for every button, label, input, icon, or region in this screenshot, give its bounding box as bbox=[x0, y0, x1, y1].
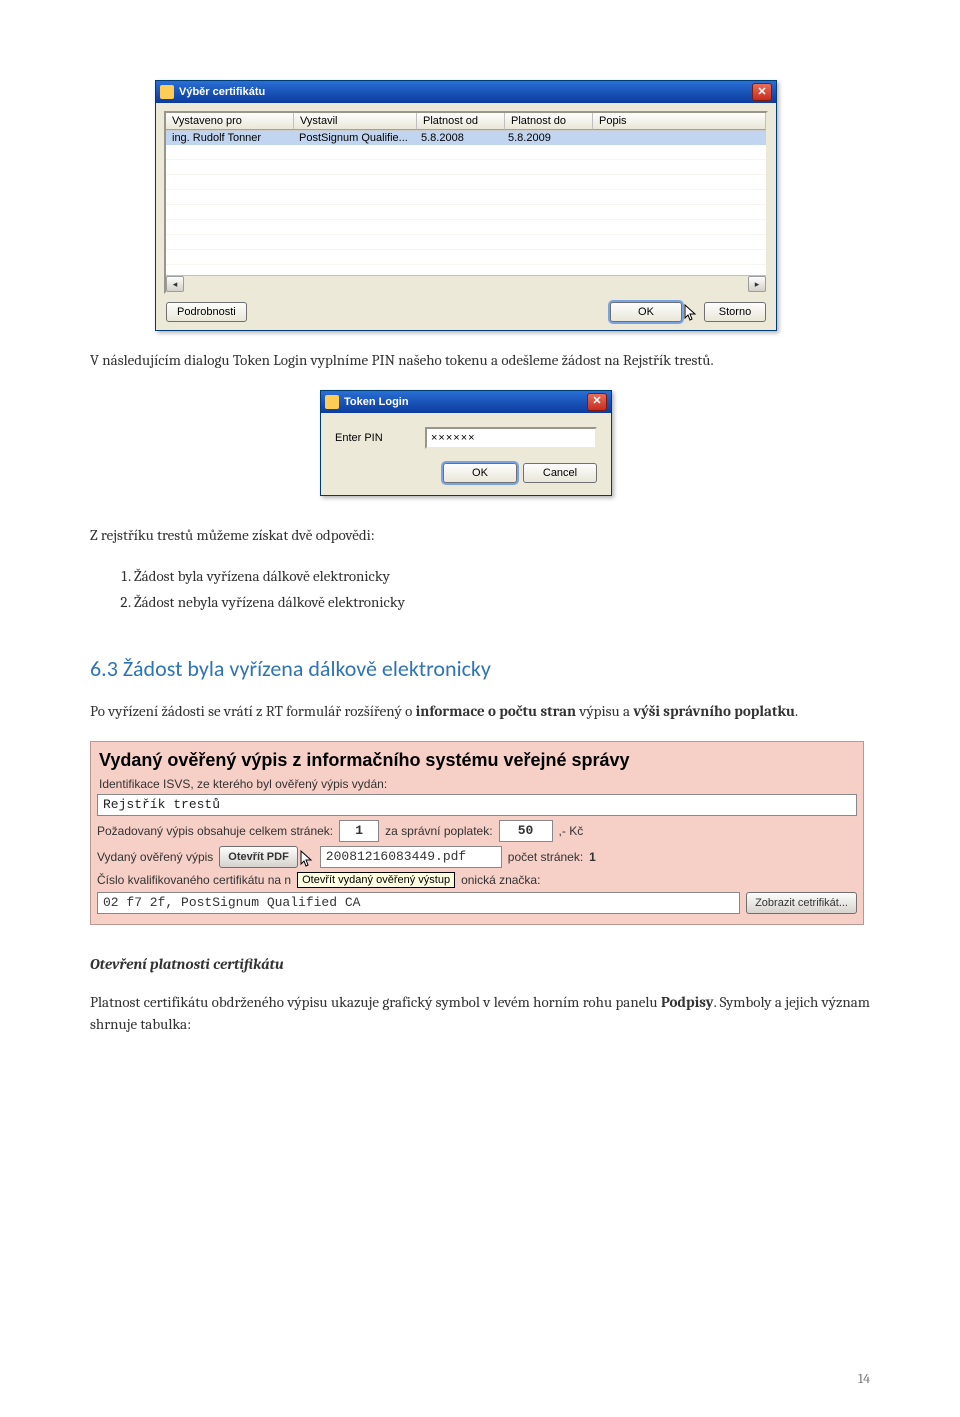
details-button[interactable]: Podrobnosti bbox=[166, 302, 247, 322]
cert-select-dialog: Výběr certifikátu ✕ Vystaveno pro Vystav… bbox=[155, 80, 777, 331]
answers-list: Žádost byla vyřízena dálkově elektronick… bbox=[120, 564, 870, 615]
cell-issued-by: PostSignum Qualifie... bbox=[293, 131, 415, 145]
ok-button[interactable]: OK bbox=[610, 302, 682, 322]
page-count-label: počet stránek: bbox=[508, 850, 583, 864]
close-icon[interactable]: ✕ bbox=[587, 393, 607, 411]
open-pdf-button[interactable]: Otevřít PDF bbox=[219, 846, 298, 868]
paragraph: Po vyřízení žádosti se vrátí z RT formul… bbox=[90, 700, 870, 723]
col-desc[interactable]: Popis bbox=[593, 113, 766, 130]
col-valid-to[interactable]: Platnost do bbox=[505, 113, 593, 130]
cell-valid-from: 5.8.2008 bbox=[415, 131, 502, 145]
paragraph: V následujícím dialogu Token Login vypln… bbox=[90, 349, 870, 372]
list-item: Žádost byla vyřízena dálkově elektronick… bbox=[134, 564, 870, 590]
token-dialog-title: Token Login bbox=[344, 396, 409, 408]
scroll-right-icon[interactable]: ▸ bbox=[748, 276, 766, 292]
cert-num-label: Číslo kvalifikovaného certifikátu na n bbox=[97, 873, 291, 887]
scroll-left-icon[interactable]: ◂ bbox=[166, 276, 184, 292]
cancel-button[interactable]: Storno bbox=[704, 302, 766, 322]
paragraph: Z rejstříku trestů můžeme získat dvě odp… bbox=[90, 524, 870, 547]
token-icon bbox=[325, 395, 339, 409]
pdf-filename[interactable]: 20081216083449.pdf bbox=[320, 846, 502, 868]
token-login-dialog: Token Login ✕ Enter PIN OK Cancel bbox=[320, 390, 612, 496]
pin-label: Enter PIN bbox=[335, 432, 405, 444]
ident-label: Identifikace ISVS, ze kterého byl ověřen… bbox=[99, 777, 855, 791]
tooltip: Otevřít vydaný ověřený výstup bbox=[297, 872, 455, 888]
cert-dialog-title: Výběr certifikátu bbox=[179, 86, 265, 98]
ok-button[interactable]: OK bbox=[443, 463, 517, 483]
horizontal-scrollbar[interactable]: ◂ ▸ bbox=[166, 275, 766, 292]
col-issued-by[interactable]: Vystavil bbox=[294, 113, 417, 130]
cert-list-empty-area bbox=[166, 145, 766, 275]
page-count-value: 1 bbox=[589, 850, 596, 864]
cert-suffix: onická značka: bbox=[461, 873, 540, 887]
list-item: Žádost nebyla vyřízena dálkově elektroni… bbox=[134, 590, 870, 616]
subheading: Otevření platnosti certifikátu bbox=[90, 955, 870, 973]
page-number: 14 bbox=[858, 1370, 870, 1387]
cert-row[interactable]: ing. Rudolf Tonner PostSignum Qualifie..… bbox=[166, 131, 766, 145]
close-icon[interactable]: ✕ bbox=[752, 83, 772, 101]
fee-value[interactable]: 50 bbox=[499, 820, 553, 842]
issued-label: Vydaný ověřený výpis bbox=[97, 850, 213, 864]
cert-listview[interactable]: Vystaveno pro Vystavil Platnost od Platn… bbox=[164, 111, 768, 294]
cert-value[interactable]: 02 f7 2f, PostSignum Qualified CA bbox=[97, 892, 740, 914]
panel-title: Vydaný ověřený výpis z informačního syst… bbox=[99, 750, 857, 771]
cancel-button[interactable]: Cancel bbox=[523, 463, 597, 483]
col-valid-from[interactable]: Platnost od bbox=[417, 113, 505, 130]
ident-value[interactable]: Rejstřík trestů bbox=[97, 794, 857, 816]
cell-valid-to: 5.8.2009 bbox=[502, 131, 589, 145]
fee-suffix: ,- Kč bbox=[559, 824, 584, 838]
issued-extract-panel: Vydaný ověřený výpis z informačního syst… bbox=[90, 741, 864, 925]
cert-list-header: Vystaveno pro Vystavil Platnost od Platn… bbox=[166, 113, 766, 131]
pages-value[interactable]: 1 bbox=[339, 820, 379, 842]
cert-icon bbox=[160, 85, 174, 99]
cert-dialog-titlebar[interactable]: Výběr certifikátu ✕ bbox=[156, 81, 776, 103]
cell-desc bbox=[589, 131, 766, 145]
token-dialog-titlebar[interactable]: Token Login ✕ bbox=[321, 391, 611, 413]
pages-label: Požadovaný výpis obsahuje celkem stránek… bbox=[97, 824, 333, 838]
paragraph: Platnost certifikátu obdrženého výpisu u… bbox=[90, 991, 870, 1036]
cursor-icon bbox=[300, 848, 314, 866]
section-heading: 6.3 Žádost byla vyřízena dálkově elektro… bbox=[90, 655, 870, 682]
pin-input[interactable] bbox=[425, 427, 597, 449]
fee-label: za správní poplatek: bbox=[385, 824, 492, 838]
cell-issued-to: ing. Rudolf Tonner bbox=[166, 131, 293, 145]
show-cert-button[interactable]: Zobrazit cetrifikát... bbox=[746, 892, 857, 914]
cursor-icon bbox=[684, 302, 698, 320]
col-issued-to[interactable]: Vystaveno pro bbox=[166, 113, 294, 130]
